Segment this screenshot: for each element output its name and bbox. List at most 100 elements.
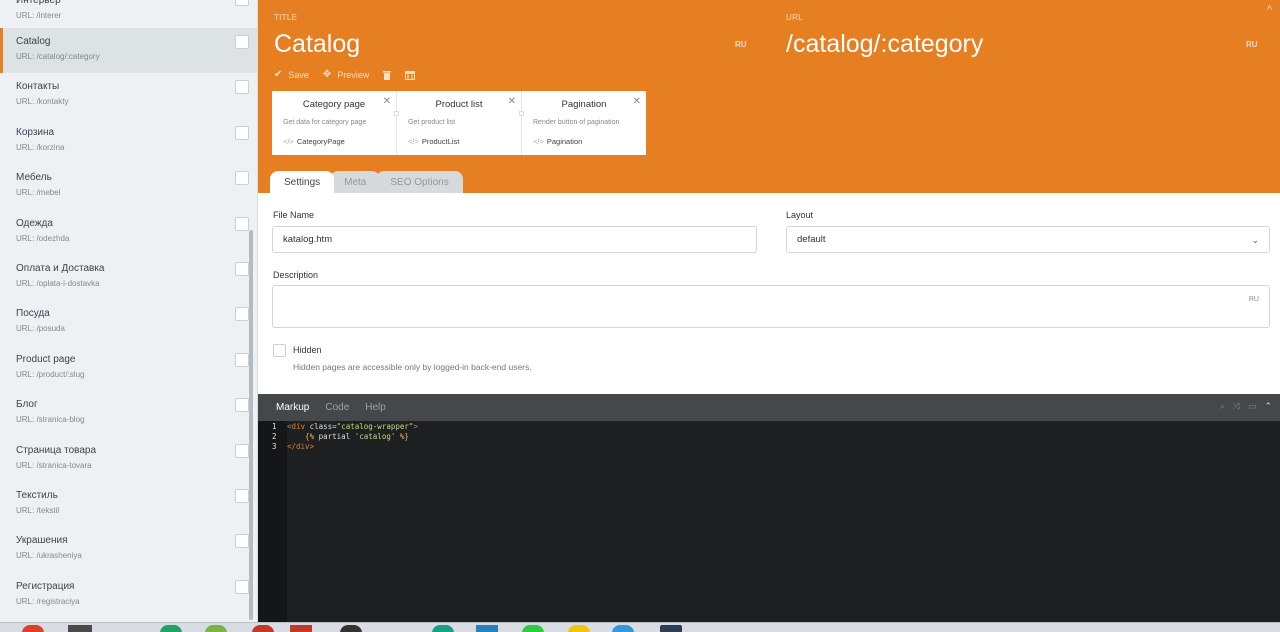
- component-alias-label: Pagination: [546, 137, 583, 146]
- description-locale-switcher[interactable]: RU: [1249, 296, 1259, 303]
- tab-meta[interactable]: Meta: [330, 171, 381, 193]
- url-locale-switcher[interactable]: RU: [1246, 40, 1258, 49]
- file-name-input[interactable]: katalog.htm: [272, 226, 757, 253]
- page-item-checkbox[interactable]: [235, 534, 249, 549]
- page-item-checkbox[interactable]: [235, 35, 249, 49]
- page-item-url: URL: /oplata-i-dostavka: [16, 278, 100, 288]
- page-item-title: Одежда: [16, 217, 53, 229]
- page-item-url: URL: /korzina: [16, 142, 65, 152]
- page-item-checkbox[interactable]: [235, 307, 249, 322]
- component-title: Category page: [302, 99, 366, 110]
- hidden-label[interactable]: Hidden: [293, 345, 322, 355]
- collapse-header-button[interactable]: ^: [1267, 4, 1272, 16]
- close-icon[interactable]: ✕: [508, 96, 516, 107]
- description-label: Description: [273, 270, 319, 280]
- close-icon[interactable]: ✕: [633, 96, 641, 107]
- page-header: TITLE Catalog RU URL /catalog/:category …: [258, 0, 1280, 193]
- page-item-checkbox[interactable]: [235, 443, 249, 458]
- description-textarea[interactable]: RU: [272, 285, 1270, 328]
- line-number: 2: [272, 432, 277, 441]
- app-icon[interactable]: [432, 625, 454, 632]
- preview-button[interactable]: ✥ Preview: [323, 69, 369, 80]
- component-drag-handle[interactable]: [394, 111, 399, 116]
- app-icon[interactable]: [340, 625, 362, 632]
- page-list-item[interactable]: Оплата и Доставка URL: /oplata-i-dostavk…: [0, 255, 257, 300]
- page-toolbar: ✔ Save ✥ Preview: [274, 69, 416, 80]
- hidden-checkbox[interactable]: [273, 344, 286, 357]
- tab-settings[interactable]: Settings: [270, 171, 335, 193]
- page-list-item[interactable]: Одежда URL: /odezhda: [0, 210, 257, 255]
- app-icon[interactable]: [22, 625, 44, 632]
- crosshair-icon: ✥: [322, 69, 332, 80]
- delete-button[interactable]: [383, 70, 392, 80]
- page-list-item[interactable]: Блог URL: /stranica-blog: [0, 391, 257, 436]
- page-list-item[interactable]: Украшения URL: /ukrasheniya: [0, 527, 257, 572]
- page-item-url: URL: /tekstil: [16, 505, 60, 515]
- component-card[interactable]: Category page ✕ Get data for category pa…: [272, 91, 397, 155]
- chevron-up-icon[interactable]: ⌃: [1264, 401, 1272, 412]
- page-item-url: URL: /posuda: [16, 324, 65, 334]
- tab-markup[interactable]: Markup: [276, 402, 309, 413]
- tab-code[interactable]: Code: [325, 402, 349, 413]
- page-item-title: Текстиль: [16, 489, 58, 501]
- layout-select[interactable]: default ⌄: [786, 226, 1270, 253]
- code-token: {%: [287, 432, 319, 441]
- app-icon[interactable]: [612, 625, 634, 632]
- page-item-title: Блог: [16, 399, 38, 411]
- app-icon[interactable]: [252, 625, 274, 632]
- app-icon[interactable]: [660, 625, 682, 632]
- app-icon[interactable]: [568, 625, 590, 632]
- page-item-checkbox[interactable]: [235, 125, 249, 140]
- page-item-url: URL: /odezhda: [16, 233, 70, 243]
- code-token: %}: [395, 432, 409, 441]
- page-item-url: URL: /ukrasheniya: [16, 551, 82, 561]
- title-locale-switcher[interactable]: RU: [735, 40, 747, 49]
- page-item-checkbox[interactable]: [235, 579, 249, 594]
- page-list-item[interactable]: Посуда URL: /posuda: [0, 300, 257, 345]
- page-item-checkbox[interactable]: [235, 398, 249, 413]
- page-list-item[interactable]: Контакты URL: /kontakty: [0, 73, 257, 118]
- page-list-item[interactable]: Регистрация URL: /registraciya: [0, 573, 257, 618]
- schedule-button[interactable]: [405, 70, 416, 80]
- page-item-checkbox[interactable]: [235, 0, 249, 6]
- page-list-item[interactable]: Текстиль URL: /tekstil: [0, 482, 257, 527]
- save-button[interactable]: ✔ Save: [274, 69, 309, 80]
- app-icon[interactable]: [160, 625, 182, 632]
- page-item-checkbox[interactable]: [235, 261, 249, 276]
- page-list-item-active[interactable]: Catalog URL: /catalog/:category: [0, 28, 257, 74]
- url-input[interactable]: /catalog/:category: [786, 30, 983, 59]
- tab-seo-options[interactable]: SEO Options: [376, 171, 463, 193]
- close-icon[interactable]: ✕: [383, 96, 391, 107]
- page-item-checkbox[interactable]: [235, 216, 249, 231]
- page-item-url: URL: /interer: [16, 11, 62, 20]
- url-label: URL: [786, 13, 803, 22]
- title-input[interactable]: Catalog: [274, 30, 360, 59]
- shuffle-icon[interactable]: ⤨: [1233, 401, 1240, 412]
- app-icon[interactable]: [205, 625, 227, 632]
- code-icon: </>: [533, 137, 544, 146]
- page-item-checkbox[interactable]: [235, 80, 249, 95]
- title-label: TITLE: [274, 13, 298, 22]
- hidden-help-text: Hidden pages are accessible only by logg…: [293, 362, 532, 372]
- app-icon[interactable]: [68, 625, 92, 632]
- page-list-item[interactable]: Страница товара URL: /stranica-tovara: [0, 437, 257, 482]
- page-item-checkbox[interactable]: [235, 171, 249, 186]
- component-card[interactable]: Pagination ✕ Render button of pagination…: [519, 91, 646, 155]
- preview-button-label: Preview: [337, 69, 370, 80]
- component-card[interactable]: Product list ✕ Get product list </> Produ…: [394, 91, 522, 155]
- page-list-item[interactable]: Интерьер URL: /interer: [0, 0, 257, 28]
- component-drag-handle[interactable]: [519, 111, 524, 116]
- monitor-icon[interactable]: ▭: [1248, 401, 1257, 412]
- app-icon[interactable]: [290, 625, 312, 632]
- tab-help[interactable]: Help: [365, 402, 386, 413]
- code-editor[interactable]: 1 2 3 <div class="catalog-wrapper"> {% p…: [258, 421, 1280, 622]
- page-list-item[interactable]: Product page URL: /product/:slug: [0, 346, 257, 391]
- app-icon[interactable]: [522, 625, 544, 632]
- page-item-checkbox[interactable]: [235, 352, 249, 367]
- sidebar-scrollbar[interactable]: [249, 230, 253, 620]
- search-icon[interactable]: ⌕: [1220, 401, 1225, 412]
- page-item-checkbox[interactable]: [235, 488, 249, 503]
- app-icon[interactable]: [476, 625, 498, 632]
- page-list-item[interactable]: Корзина URL: /korzina: [0, 119, 257, 164]
- page-list-item[interactable]: Мебель URL: /mebel: [0, 164, 257, 209]
